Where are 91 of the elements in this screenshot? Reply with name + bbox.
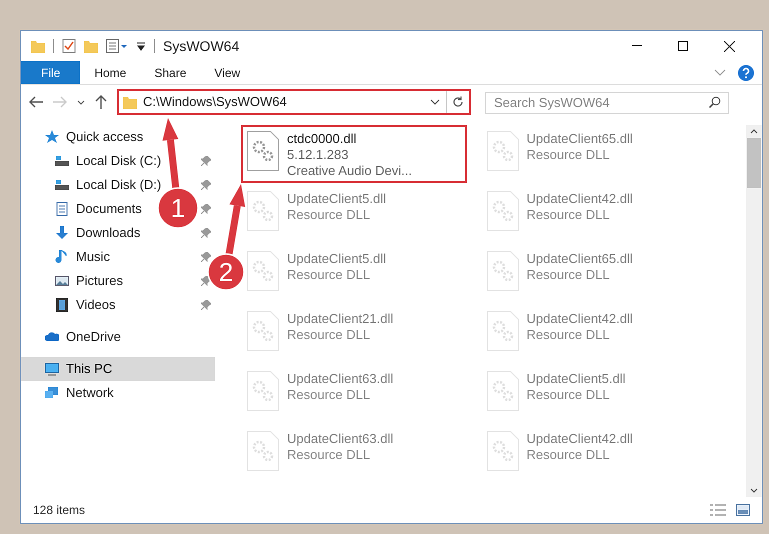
file-detail: Resource DLL — [526, 267, 611, 283]
document-icon — [55, 202, 69, 216]
ribbon-tab[interactable]: File — [21, 61, 80, 84]
search-icon — [709, 96, 721, 108]
pin-icon[interactable] — [201, 228, 211, 238]
drive-icon — [55, 178, 69, 192]
file-name[interactable]: UpdateClient5.dll — [287, 191, 386, 207]
step-number: 1 — [170, 193, 186, 223]
file-name[interactable]: UpdateClient42.dll — [526, 311, 633, 327]
file-name[interactable]: UpdateClient65.dll — [526, 251, 633, 267]
star-icon — [45, 130, 59, 144]
scroll-down-icon[interactable] — [750, 488, 758, 493]
address-bar[interactable]: C:\Windows\SysWOW64 — [117, 89, 471, 115]
help-icon[interactable] — [738, 64, 754, 80]
file-name[interactable]: UpdateClient21.dll — [287, 311, 394, 327]
sidebar-item[interactable]: Documents — [76, 199, 142, 219]
pin-icon[interactable] — [201, 252, 211, 262]
sidebar-item[interactable]: Local Disk (D:) — [76, 175, 162, 195]
minimize-icon — [632, 45, 642, 47]
pin-icon[interactable] — [201, 156, 211, 166]
file-name[interactable]: UpdateClient5.dll — [526, 371, 626, 387]
file-detail: Resource DLL — [526, 387, 611, 403]
up-arrow-icon[interactable] — [95, 95, 107, 109]
network-icon — [45, 386, 59, 400]
music-note-icon — [55, 250, 69, 264]
window-title: SysWOW64 — [163, 36, 240, 56]
file-detail: Resource DLL — [526, 207, 611, 223]
file-name[interactable]: UpdateClient5.dll — [287, 251, 386, 267]
file-detail: Resource DLL — [287, 387, 372, 403]
large-icons-view-icon[interactable] — [736, 504, 750, 516]
file-detail: Resource DLL — [526, 327, 611, 343]
file-detail: Resource DLL — [526, 447, 611, 463]
file-name[interactable]: UpdateClient42.dll — [526, 431, 633, 447]
close-icon — [724, 40, 734, 52]
ribbon-tab[interactable]: Share — [140, 61, 200, 84]
ribbon-tab[interactable]: View — [200, 61, 254, 84]
folder-icon — [123, 95, 137, 109]
sidebar-item[interactable]: Local Disk (C:) — [76, 151, 162, 171]
search-field[interactable]: Search SysWOW64 — [485, 92, 729, 114]
sidebar-item[interactable]: This PC — [66, 359, 112, 379]
file-detail: Creative Audio Devi... — [287, 163, 412, 179]
sidebar-item[interactable]: Network — [66, 383, 114, 403]
item-count: 128 items — [33, 502, 86, 519]
back-arrow-icon[interactable] — [29, 96, 43, 108]
step-badge — [207, 253, 245, 291]
recent-locations-icon[interactable] — [77, 100, 85, 104]
file-name[interactable]: UpdateClient65.dll — [526, 131, 633, 147]
file-detail: Resource DLL — [287, 327, 372, 343]
pin-icon[interactable] — [201, 204, 211, 214]
properties-icon[interactable] — [62, 39, 76, 53]
pin-icon[interactable] — [201, 300, 211, 310]
file-detail: Resource DLL — [287, 447, 372, 463]
view-options-icon[interactable] — [106, 39, 128, 53]
scrollbar[interactable] — [746, 125, 762, 497]
drive-icon — [55, 154, 69, 168]
file-name[interactable]: UpdateClient63.dll — [287, 371, 394, 387]
dropdown-arrow-icon[interactable] — [136, 40, 146, 52]
file-name[interactable]: UpdateClient42.dll — [526, 191, 633, 207]
folder-icon[interactable] — [31, 39, 45, 53]
expand-ribbon-icon[interactable] — [714, 69, 726, 76]
file-detail: Resource DLL — [287, 207, 372, 223]
refresh-icon[interactable] — [452, 96, 464, 108]
file-detail: Resource DLL — [526, 147, 611, 163]
pin-icon[interactable] — [201, 180, 211, 190]
forward-arrow-icon[interactable] — [53, 96, 67, 108]
new-folder-icon[interactable] — [84, 39, 98, 53]
sidebar-item[interactable]: Quick access — [66, 127, 144, 147]
cloud-icon — [45, 330, 59, 344]
sidebar-item[interactable]: Videos — [76, 295, 116, 315]
ribbon-tab[interactable]: Home — [80, 61, 140, 84]
chevron-down-icon[interactable] — [430, 99, 440, 105]
scroll-up-icon[interactable] — [750, 129, 758, 134]
film-icon — [55, 298, 69, 312]
sidebar-item[interactable]: Pictures — [76, 271, 123, 291]
address-path: C:\Windows\SysWOW64 — [143, 93, 287, 112]
file-detail: 5.12.1.283 — [287, 147, 350, 163]
pin-icon[interactable] — [201, 276, 211, 286]
gear-file-icon[interactable] — [247, 131, 279, 171]
picture-icon — [55, 274, 69, 288]
file-name[interactable]: ctdc0000.dll — [287, 131, 412, 147]
file-detail: Resource DLL — [287, 267, 372, 283]
step-number: 2 — [218, 257, 234, 287]
sidebar-item[interactable]: Downloads — [76, 223, 140, 243]
details-view-icon[interactable] — [710, 504, 726, 516]
scroll-thumb[interactable] — [747, 138, 761, 188]
monitor-icon — [45, 362, 59, 376]
file-name[interactable]: UpdateClient63.dll — [287, 431, 394, 447]
sidebar-item[interactable]: OneDrive — [66, 327, 121, 347]
sidebar-item[interactable]: Music — [76, 247, 110, 267]
maximize-icon — [678, 41, 688, 51]
down-arrow-icon — [55, 226, 69, 240]
